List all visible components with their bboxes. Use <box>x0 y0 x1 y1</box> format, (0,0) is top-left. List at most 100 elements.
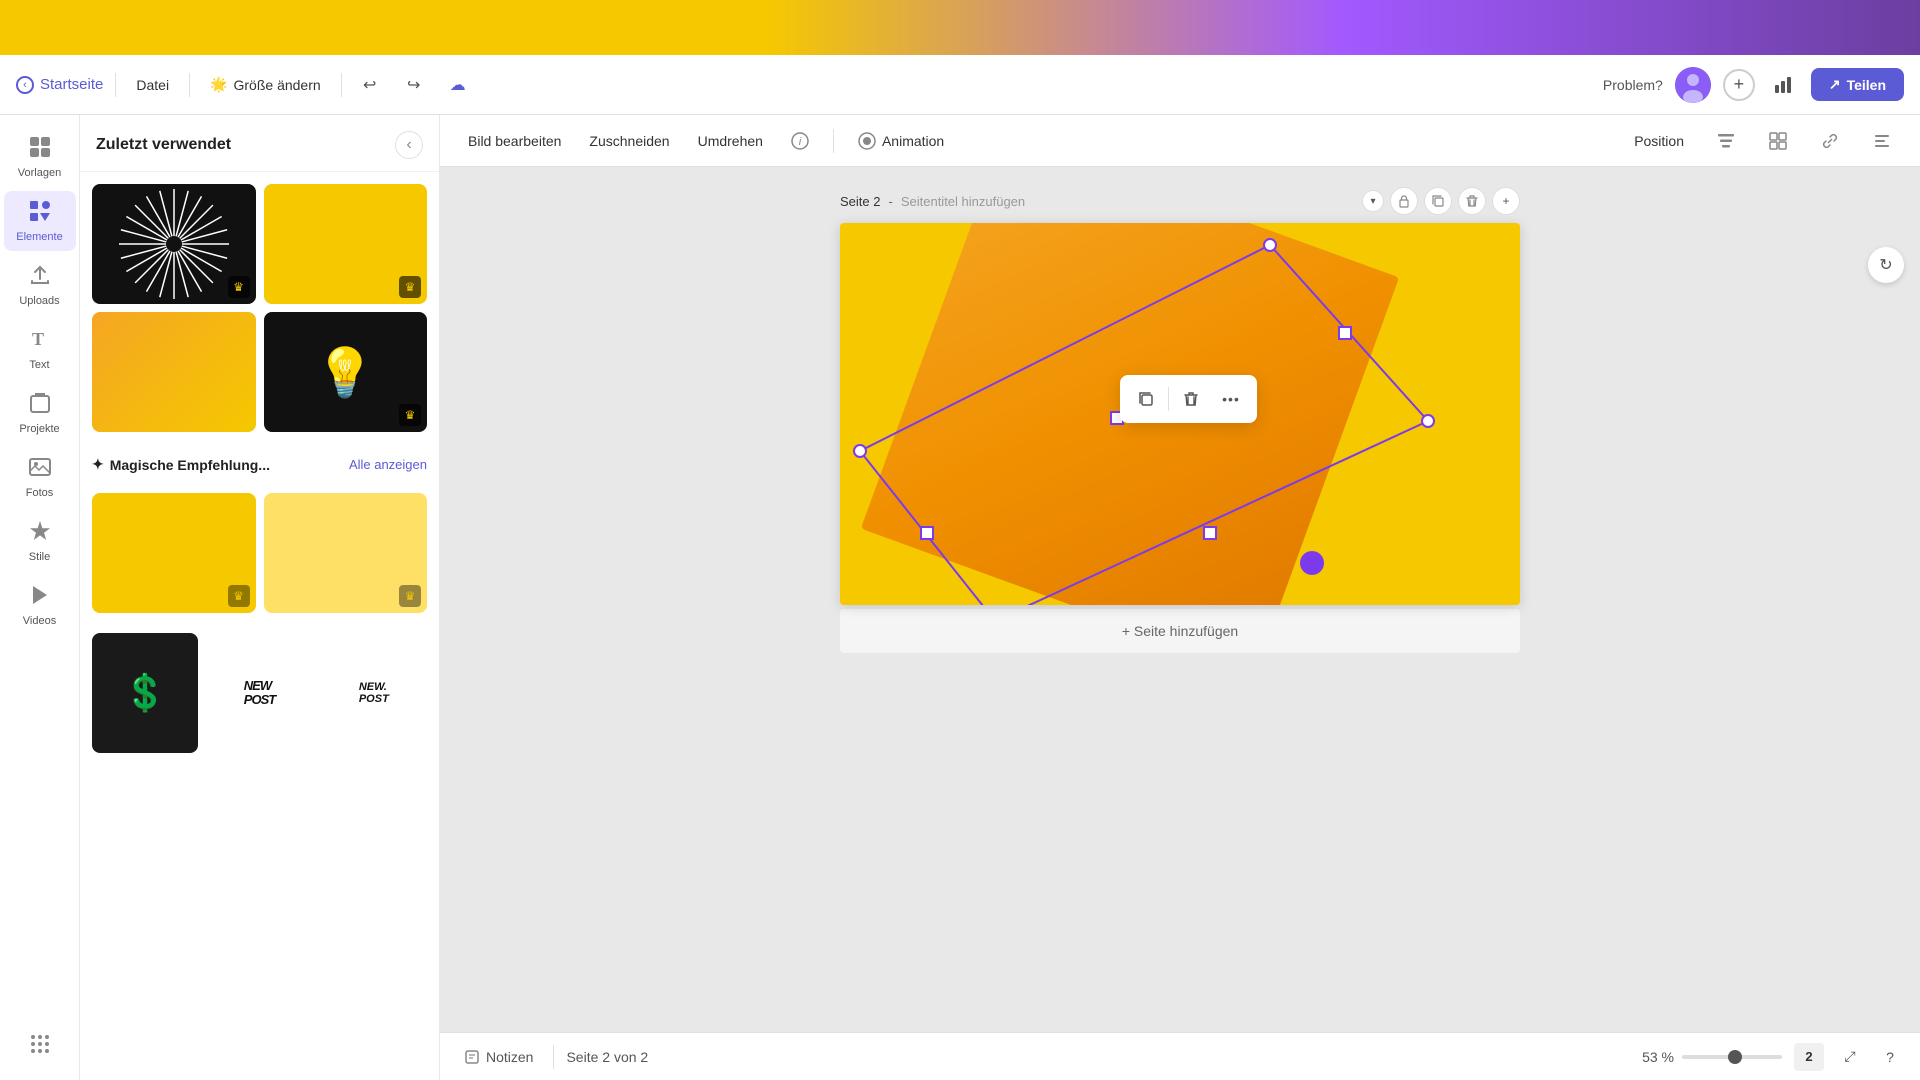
page-label-dash: - <box>888 194 892 209</box>
stats-button[interactable] <box>1767 69 1799 101</box>
crop-label: Zuschneiden <box>589 133 669 149</box>
file-button[interactable]: Datei <box>128 71 177 99</box>
expand-button[interactable]: ⤢ <box>1836 1043 1864 1071</box>
redo-button[interactable]: ↪ <box>398 69 430 101</box>
page-title-placeholder: Seitentitel hinzufügen <box>901 194 1025 209</box>
page-indicator[interactable]: Seite 2 von 2 <box>566 1049 648 1065</box>
crown-badge: ♛ <box>228 276 250 298</box>
share-button[interactable]: ↗ Teilen <box>1811 68 1904 101</box>
crown-badge: ♛ <box>399 585 421 607</box>
sidebar-item-uploads-label: Uploads <box>19 295 59 307</box>
resize-button[interactable]: 🌟 Größe ändern <box>202 70 329 99</box>
crown-badge: ♛ <box>228 585 250 607</box>
grid-view-button[interactable] <box>1756 125 1800 157</box>
context-delete-button[interactable] <box>1173 381 1209 417</box>
all-show-link[interactable]: Alle anzeigen <box>349 457 427 472</box>
animation-circle-icon <box>858 132 876 150</box>
recent-items-grid: ♛ ♛ 💡 ♛ <box>80 172 439 444</box>
context-copy-button[interactable] <box>1128 381 1164 417</box>
page-label-row: Seite 2 - Seitentitel hinzufügen ▾ <box>840 187 1520 215</box>
sidebar-item-fotos[interactable]: Fotos <box>4 447 76 507</box>
crop-button[interactable]: Zuschneiden <box>577 127 681 155</box>
canvas-content: Seite 2 - Seitentitel hinzufügen ▾ <box>440 167 1920 1080</box>
sidebar-item-projekte[interactable]: Projekte <box>4 383 76 443</box>
more-items-grid: 💲 NEWPOST NEW.POST <box>80 625 439 761</box>
page-dropdown-button[interactable]: ▾ <box>1362 190 1384 212</box>
notes-button[interactable]: Notizen <box>456 1045 541 1069</box>
magic-title: ✦ Magische Empfehlung... <box>92 456 270 473</box>
copy-icon <box>1431 194 1445 208</box>
list-item[interactable]: ♛ <box>92 493 256 613</box>
lock-page-button[interactable] <box>1390 187 1418 215</box>
sidebar-item-stile[interactable]: Stile <box>4 511 76 571</box>
add-page-inline-button[interactable]: + <box>1492 187 1520 215</box>
trash-icon <box>1465 194 1479 208</box>
purple-dot-handle[interactable] <box>1300 551 1324 575</box>
link-button[interactable] <box>1808 125 1852 157</box>
header-right: Problem? + ↗ Teilen <box>1603 67 1904 103</box>
delete-page-button[interactable] <box>1458 187 1486 215</box>
refresh-button[interactable]: ↻ <box>1868 247 1904 283</box>
panel-scroll: ♛ ♛ 💡 ♛ ✦ <box>80 172 439 1077</box>
link-icon <box>1820 131 1840 151</box>
sidebar-item-elemente[interactable]: Elemente <box>4 191 76 251</box>
animation-button[interactable]: Animation <box>846 126 956 156</box>
edit-image-button[interactable]: Bild bearbeiten <box>456 127 573 155</box>
add-collaborator-button[interactable]: + <box>1723 69 1755 101</box>
list-item[interactable]: ♛ <box>92 184 256 304</box>
undo-button[interactable]: ↩ <box>354 69 386 101</box>
flip-button[interactable]: Umdrehen <box>686 127 775 155</box>
info-button[interactable]: i <box>779 126 821 156</box>
file-label: Datei <box>136 77 169 93</box>
copy-page-button[interactable] <box>1424 187 1452 215</box>
sidebar-item-stile-label: Stile <box>29 551 50 563</box>
sidebar-item-uploads[interactable]: Uploads <box>4 255 76 315</box>
notes-label: Notizen <box>486 1049 533 1065</box>
filter-button[interactable] <box>1704 125 1748 157</box>
slide[interactable]: ••• <box>840 223 1520 605</box>
top-banner <box>0 0 1920 55</box>
list-item[interactable]: NEWPOST <box>206 633 312 753</box>
avatar[interactable] <box>1675 67 1711 103</box>
more-options-button[interactable] <box>1860 125 1904 157</box>
edit-image-label: Bild bearbeiten <box>468 133 561 149</box>
panel-title: Zuletzt verwendet <box>96 136 231 154</box>
panel-close-button[interactable]: ‹ <box>395 131 423 159</box>
list-item[interactable] <box>92 312 256 432</box>
home-button[interactable]: ‹ Startseite <box>16 76 103 94</box>
zoom-value: 53 % <box>1642 1049 1674 1065</box>
share-icon: ↗ <box>1829 76 1841 93</box>
zoom-control: 53 % <box>1642 1049 1782 1065</box>
zoom-slider[interactable] <box>1682 1055 1782 1059</box>
list-item[interactable]: 💡 ♛ <box>264 312 428 432</box>
magic-items-grid: ♛ ♛ <box>80 481 439 625</box>
toolbar-divider <box>833 129 834 153</box>
context-more-button[interactable]: ••• <box>1213 381 1249 417</box>
canvas-area: Bild bearbeiten Zuschneiden Umdrehen i <box>440 115 1920 1080</box>
grid-icon <box>28 1032 52 1060</box>
sidebar-item-text[interactable]: T Text <box>4 319 76 379</box>
copy-icon <box>1137 390 1155 408</box>
help-button[interactable]: ? <box>1876 1043 1904 1071</box>
sidebar-item-videos[interactable]: Videos <box>4 575 76 635</box>
sidebar-item-elemente-label: Elemente <box>16 231 62 243</box>
zoom-thumb <box>1728 1050 1742 1064</box>
vorlagen-icon <box>28 135 52 163</box>
cloud-button[interactable]: ☁ <box>442 69 474 101</box>
crown-badge: ♛ <box>399 404 421 426</box>
more-icon <box>1872 131 1892 151</box>
status-bar: Notizen Seite 2 von 2 53 % 2 ⤢ ? <box>440 1032 1920 1080</box>
problem-button[interactable]: Problem? <box>1603 77 1663 93</box>
home-label: Startseite <box>40 76 103 93</box>
trash-icon <box>1182 390 1200 408</box>
add-page-button[interactable]: + Seite hinzufügen <box>840 609 1520 653</box>
page-number-badge[interactable]: 2 <box>1794 1043 1824 1071</box>
list-item[interactable]: ♛ <box>264 184 428 304</box>
list-item[interactable]: ♛ <box>264 493 428 613</box>
sidebar-item-vorlagen[interactable]: Vorlagen <box>4 127 76 187</box>
projekte-icon <box>28 391 52 419</box>
position-button[interactable]: Position <box>1622 127 1696 155</box>
sidebar-item-more[interactable] <box>4 1024 76 1068</box>
list-item[interactable]: NEW.POST <box>321 633 427 753</box>
list-item[interactable]: 💲 <box>92 633 198 753</box>
